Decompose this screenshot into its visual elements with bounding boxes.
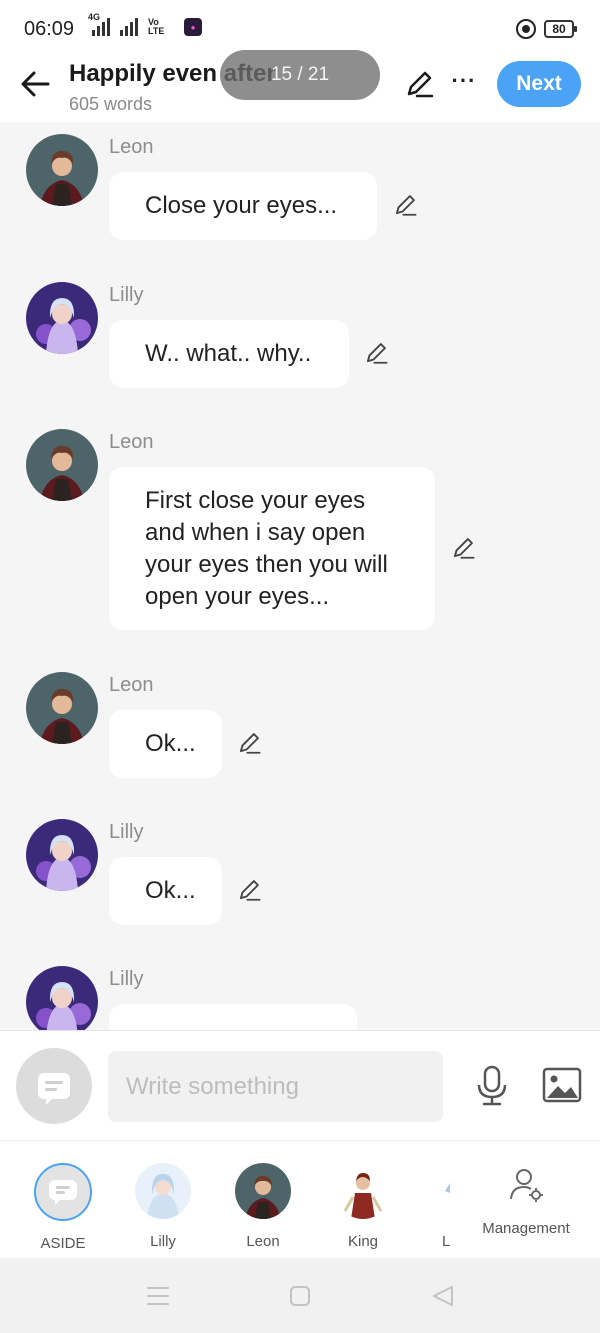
message-bubble[interactable]: Close your eyes... bbox=[109, 172, 377, 240]
recents-button[interactable] bbox=[145, 1284, 171, 1308]
king-avatar-icon bbox=[335, 1163, 391, 1219]
character-label: L bbox=[442, 1233, 451, 1250]
message-text: Ok... bbox=[145, 730, 196, 757]
avatar[interactable] bbox=[26, 819, 98, 891]
chat-bubble-icon bbox=[38, 1073, 70, 1105]
leon-avatar-icon bbox=[235, 1163, 291, 1219]
triangle-back-icon bbox=[433, 1286, 453, 1306]
signal-bars-icon-2 bbox=[120, 18, 138, 36]
character-aside[interactable]: ASIDE bbox=[23, 1163, 103, 1252]
home-button[interactable] bbox=[288, 1284, 314, 1308]
leon-avatar-icon bbox=[26, 134, 98, 206]
management-button[interactable]: Management bbox=[478, 1165, 574, 1237]
lilly-avatar-icon bbox=[26, 282, 98, 354]
message-text: W.. what.. why.. bbox=[145, 340, 312, 367]
edit-message-button[interactable] bbox=[450, 535, 476, 561]
back-button[interactable] bbox=[18, 66, 54, 102]
more-dots-icon: ··· bbox=[451, 68, 477, 93]
message-bubble[interactable]: Ok... bbox=[109, 857, 222, 925]
square-icon bbox=[290, 1286, 310, 1306]
message-text: Ok... bbox=[145, 877, 196, 904]
avatar[interactable] bbox=[26, 966, 98, 1030]
edit-message-button[interactable] bbox=[236, 730, 262, 756]
word-count: 605 words bbox=[69, 94, 153, 114]
avatar bbox=[335, 1163, 391, 1219]
lilly-avatar-icon bbox=[135, 1163, 191, 1219]
chat-list[interactable]: Leon Close your eyes... Lilly W.. what..… bbox=[0, 122, 600, 1030]
edit-title-button[interactable] bbox=[403, 68, 435, 100]
screen-record-icon bbox=[516, 19, 536, 39]
avatar[interactable] bbox=[26, 672, 98, 744]
character-label: Leon bbox=[246, 1233, 280, 1250]
pencil-icon bbox=[453, 538, 475, 559]
pencil-icon bbox=[395, 195, 417, 216]
lilly-avatar-icon bbox=[26, 966, 98, 1030]
volte-indicator: Vo LTE bbox=[148, 17, 165, 36]
speaker-name: Lilly bbox=[109, 968, 144, 990]
signal-bars-icon: 4G bbox=[88, 12, 110, 36]
pencil-icon bbox=[407, 71, 434, 98]
chat-bubble-icon bbox=[49, 1180, 77, 1205]
next-button[interactable]: Next bbox=[497, 61, 581, 107]
message-bubble[interactable]: W.. what.. why.. bbox=[109, 320, 349, 388]
character-leon[interactable]: Leon bbox=[223, 1163, 303, 1250]
avatar bbox=[442, 1163, 452, 1219]
pencil-icon bbox=[239, 733, 261, 754]
avatar[interactable] bbox=[26, 134, 98, 206]
edit-message-button[interactable] bbox=[392, 192, 418, 218]
speaker-name: Leon bbox=[109, 136, 154, 158]
speaker-name: Leon bbox=[109, 674, 154, 696]
avatar bbox=[135, 1163, 191, 1219]
edit-message-button[interactable] bbox=[363, 340, 389, 366]
partial-avatar-icon bbox=[445, 1183, 450, 1193]
battery-icon: 80 bbox=[544, 20, 577, 38]
lilly-avatar-icon bbox=[26, 819, 98, 891]
message-text: First close your eyes and when i say ope… bbox=[145, 487, 388, 610]
image-button[interactable] bbox=[541, 1065, 583, 1105]
menu-lines-icon bbox=[147, 1287, 169, 1305]
system-back-button[interactable] bbox=[430, 1284, 456, 1308]
pencil-icon bbox=[366, 343, 388, 364]
composer-bar bbox=[0, 1030, 600, 1140]
more-options-button[interactable]: ··· bbox=[448, 66, 480, 98]
network-tag: 4G bbox=[88, 12, 101, 22]
avatar[interactable] bbox=[26, 429, 98, 501]
arrow-left-icon bbox=[21, 71, 50, 97]
status-time: 06:09 bbox=[24, 18, 75, 40]
pencil-icon bbox=[239, 880, 261, 901]
character-king[interactable]: King bbox=[323, 1163, 403, 1250]
avatar[interactable] bbox=[26, 282, 98, 354]
speaker-name: Lilly bbox=[109, 821, 144, 843]
top-bar: Happily even after 605 words 15 / 21 ···… bbox=[0, 50, 600, 122]
character-label: Lilly bbox=[150, 1233, 176, 1250]
message-input[interactable] bbox=[108, 1051, 443, 1122]
management-label: Management bbox=[482, 1220, 570, 1237]
message-bubble[interactable]: Ok... bbox=[109, 710, 222, 778]
voice-button[interactable] bbox=[474, 1064, 510, 1108]
message-text: Close your eyes... bbox=[145, 192, 338, 219]
leon-avatar-icon bbox=[26, 672, 98, 744]
character-bar: ASIDE Lilly Leon King L Management bbox=[0, 1140, 600, 1258]
user-gear-icon bbox=[510, 1169, 543, 1202]
signal-group: 4G Vo LTE ● bbox=[88, 12, 202, 36]
edit-message-button[interactable] bbox=[236, 877, 262, 903]
speaker-name: Leon bbox=[109, 431, 154, 453]
character-lilly[interactable]: Lilly bbox=[123, 1163, 203, 1250]
speaker-name: Lilly bbox=[109, 284, 144, 306]
avatar bbox=[235, 1163, 291, 1219]
character-l[interactable]: L bbox=[406, 1163, 486, 1250]
app-notification-icon: ● bbox=[184, 18, 202, 36]
status-right: 80 bbox=[516, 19, 577, 39]
message-bubble[interactable]: First close your eyes and when i say ope… bbox=[109, 467, 435, 630]
image-icon bbox=[542, 1067, 582, 1103]
microphone-icon bbox=[477, 1065, 507, 1106]
system-nav-bar bbox=[0, 1258, 600, 1333]
aside-toggle-button[interactable] bbox=[16, 1048, 92, 1124]
avatar bbox=[34, 1163, 92, 1221]
message-bubble[interactable] bbox=[109, 1004, 357, 1030]
leon-avatar-icon bbox=[26, 429, 98, 501]
character-label: ASIDE bbox=[40, 1235, 86, 1252]
character-label: King bbox=[347, 1233, 379, 1250]
page-indicator: 15 / 21 bbox=[220, 50, 380, 100]
